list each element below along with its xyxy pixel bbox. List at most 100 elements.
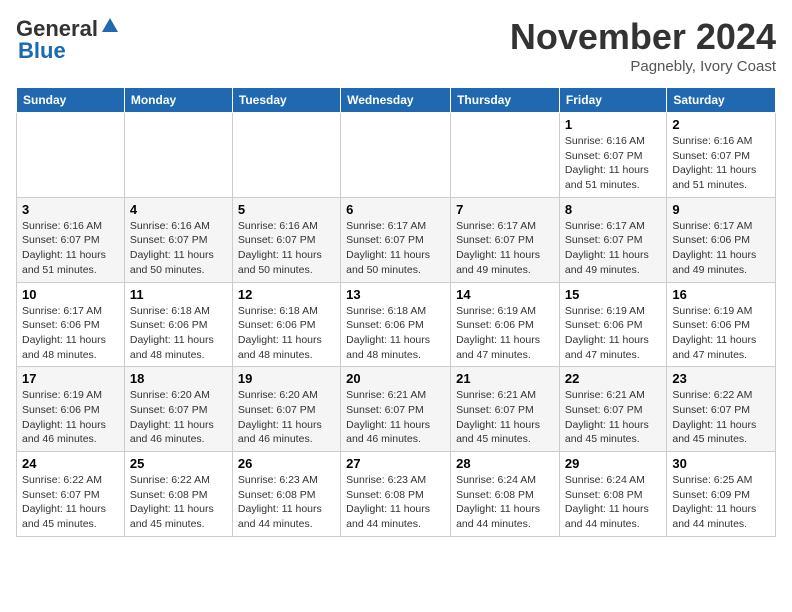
day-number: 29 xyxy=(565,456,661,471)
calendar-header-cell: Saturday xyxy=(667,88,776,113)
day-info: Sunrise: 6:16 AMSunset: 6:07 PMDaylight:… xyxy=(130,219,227,278)
calendar-day-cell: 16 Sunrise: 6:19 AMSunset: 6:06 PMDayligh… xyxy=(667,282,776,367)
calendar-header-cell: Tuesday xyxy=(232,88,340,113)
logo-blue-text: Blue xyxy=(18,38,66,64)
calendar-day-cell: 26 Sunrise: 6:23 AMSunset: 6:08 PMDayligh… xyxy=(232,452,340,537)
day-number: 19 xyxy=(238,371,335,386)
calendar-day-cell: 9 Sunrise: 6:17 AMSunset: 6:06 PMDaylight… xyxy=(667,197,776,282)
calendar-day-cell: 5 Sunrise: 6:16 AMSunset: 6:07 PMDaylight… xyxy=(232,197,340,282)
calendar-table: SundayMondayTuesdayWednesdayThursdayFrid… xyxy=(16,87,776,537)
day-info: Sunrise: 6:19 AMSunset: 6:06 PMDaylight:… xyxy=(565,304,661,363)
day-info: Sunrise: 6:18 AMSunset: 6:06 PMDaylight:… xyxy=(238,304,335,363)
day-info: Sunrise: 6:19 AMSunset: 6:06 PMDaylight:… xyxy=(672,304,770,363)
day-info: Sunrise: 6:24 AMSunset: 6:08 PMDaylight:… xyxy=(565,473,661,532)
day-number: 23 xyxy=(672,371,770,386)
day-info: Sunrise: 6:16 AMSunset: 6:07 PMDaylight:… xyxy=(565,134,661,193)
calendar-day-cell: 21 Sunrise: 6:21 AMSunset: 6:07 PMDayligh… xyxy=(451,367,560,452)
day-number: 1 xyxy=(565,117,661,132)
location-text: Pagnebly, Ivory Coast xyxy=(510,58,776,75)
day-info: Sunrise: 6:21 AMSunset: 6:07 PMDaylight:… xyxy=(565,388,661,447)
day-number: 12 xyxy=(238,287,335,302)
day-number: 4 xyxy=(130,202,227,217)
day-number: 15 xyxy=(565,287,661,302)
calendar-day-cell: 30 Sunrise: 6:25 AMSunset: 6:09 PMDayligh… xyxy=(667,452,776,537)
day-number: 13 xyxy=(346,287,445,302)
day-info: Sunrise: 6:16 AMSunset: 6:07 PMDaylight:… xyxy=(238,219,335,278)
logo-triangle-icon xyxy=(100,16,120,36)
day-number: 16 xyxy=(672,287,770,302)
calendar-day-cell: 3 Sunrise: 6:16 AMSunset: 6:07 PMDaylight… xyxy=(17,197,125,282)
calendar-header-cell: Wednesday xyxy=(341,88,451,113)
day-number: 27 xyxy=(346,456,445,471)
day-info: Sunrise: 6:17 AMSunset: 6:06 PMDaylight:… xyxy=(672,219,770,278)
calendar-day-cell xyxy=(341,113,451,198)
calendar-header: SundayMondayTuesdayWednesdayThursdayFrid… xyxy=(17,88,776,113)
calendar-day-cell xyxy=(17,113,125,198)
day-number: 21 xyxy=(456,371,554,386)
day-number: 26 xyxy=(238,456,335,471)
calendar-day-cell xyxy=(124,113,232,198)
day-info: Sunrise: 6:21 AMSunset: 6:07 PMDaylight:… xyxy=(456,388,554,447)
calendar-header-cell: Friday xyxy=(559,88,666,113)
calendar-body: 1 Sunrise: 6:16 AMSunset: 6:07 PMDaylight… xyxy=(17,113,776,537)
calendar-day-cell: 20Sunrise: 6:21 AMSunset: 6:07 PMDayligh… xyxy=(341,367,451,452)
day-number: 11 xyxy=(130,287,227,302)
calendar-week-row: 24 Sunrise: 6:22 AMSunset: 6:07 PMDayligh… xyxy=(17,452,776,537)
day-info: Sunrise: 6:22 AMSunset: 6:07 PMDaylight:… xyxy=(672,388,770,447)
calendar-day-cell: 15 Sunrise: 6:19 AMSunset: 6:06 PMDayligh… xyxy=(559,282,666,367)
calendar-day-cell: 8Sunrise: 6:17 AMSunset: 6:07 PMDaylight… xyxy=(559,197,666,282)
day-number: 24 xyxy=(22,456,119,471)
logo: General Blue xyxy=(16,16,120,64)
calendar-day-cell: 17 Sunrise: 6:19 AMSunset: 6:06 PMDayligh… xyxy=(17,367,125,452)
calendar-day-cell: 11 Sunrise: 6:18 AMSunset: 6:06 PMDayligh… xyxy=(124,282,232,367)
calendar-day-cell xyxy=(451,113,560,198)
day-info: Sunrise: 6:19 AMSunset: 6:06 PMDaylight:… xyxy=(22,388,119,447)
day-number: 17 xyxy=(22,371,119,386)
calendar-day-cell: 25Sunrise: 6:22 AMSunset: 6:08 PMDayligh… xyxy=(124,452,232,537)
day-info: Sunrise: 6:17 AMSunset: 6:07 PMDaylight:… xyxy=(346,219,445,278)
calendar-header-cell: Thursday xyxy=(451,88,560,113)
calendar-day-cell: 2 Sunrise: 6:16 AMSunset: 6:07 PMDaylight… xyxy=(667,113,776,198)
day-info: Sunrise: 6:20 AMSunset: 6:07 PMDaylight:… xyxy=(238,388,335,447)
day-info: Sunrise: 6:19 AMSunset: 6:06 PMDaylight:… xyxy=(456,304,554,363)
calendar-day-cell: 27Sunrise: 6:23 AMSunset: 6:08 PMDayligh… xyxy=(341,452,451,537)
calendar-day-cell: 23 Sunrise: 6:22 AMSunset: 6:07 PMDayligh… xyxy=(667,367,776,452)
day-info: Sunrise: 6:21 AMSunset: 6:07 PMDaylight:… xyxy=(346,388,445,447)
title-block: November 2024 Pagnebly, Ivory Coast xyxy=(510,16,776,75)
calendar-header-cell: Monday xyxy=(124,88,232,113)
day-number: 22 xyxy=(565,371,661,386)
day-info: Sunrise: 6:22 AMSunset: 6:08 PMDaylight:… xyxy=(130,473,227,532)
calendar-day-cell: 18Sunrise: 6:20 AMSunset: 6:07 PMDayligh… xyxy=(124,367,232,452)
day-info: Sunrise: 6:22 AMSunset: 6:07 PMDaylight:… xyxy=(22,473,119,532)
calendar-day-cell: 24 Sunrise: 6:22 AMSunset: 6:07 PMDayligh… xyxy=(17,452,125,537)
calendar-day-cell: 29 Sunrise: 6:24 AMSunset: 6:08 PMDayligh… xyxy=(559,452,666,537)
day-number: 14 xyxy=(456,287,554,302)
calendar-week-row: 17 Sunrise: 6:19 AMSunset: 6:06 PMDayligh… xyxy=(17,367,776,452)
day-number: 30 xyxy=(672,456,770,471)
calendar-day-cell xyxy=(232,113,340,198)
day-number: 9 xyxy=(672,202,770,217)
day-info: Sunrise: 6:17 AMSunset: 6:07 PMDaylight:… xyxy=(565,219,661,278)
day-info: Sunrise: 6:18 AMSunset: 6:06 PMDaylight:… xyxy=(346,304,445,363)
calendar-day-cell: 28Sunrise: 6:24 AMSunset: 6:08 PMDayligh… xyxy=(451,452,560,537)
calendar-day-cell: 7 Sunrise: 6:17 AMSunset: 6:07 PMDaylight… xyxy=(451,197,560,282)
day-number: 28 xyxy=(456,456,554,471)
day-info: Sunrise: 6:16 AMSunset: 6:07 PMDaylight:… xyxy=(672,134,770,193)
calendar-day-cell: 4 Sunrise: 6:16 AMSunset: 6:07 PMDaylight… xyxy=(124,197,232,282)
day-info: Sunrise: 6:18 AMSunset: 6:06 PMDaylight:… xyxy=(130,304,227,363)
day-number: 3 xyxy=(22,202,119,217)
day-number: 5 xyxy=(238,202,335,217)
day-number: 2 xyxy=(672,117,770,132)
calendar-week-row: 3 Sunrise: 6:16 AMSunset: 6:07 PMDaylight… xyxy=(17,197,776,282)
day-info: Sunrise: 6:17 AMSunset: 6:07 PMDaylight:… xyxy=(456,219,554,278)
calendar-day-cell: 22 Sunrise: 6:21 AMSunset: 6:07 PMDayligh… xyxy=(559,367,666,452)
day-info: Sunrise: 6:25 AMSunset: 6:09 PMDaylight:… xyxy=(672,473,770,532)
calendar-week-row: 10Sunrise: 6:17 AMSunset: 6:06 PMDayligh… xyxy=(17,282,776,367)
day-number: 6 xyxy=(346,202,445,217)
calendar-week-row: 1 Sunrise: 6:16 AMSunset: 6:07 PMDaylight… xyxy=(17,113,776,198)
day-info: Sunrise: 6:23 AMSunset: 6:08 PMDaylight:… xyxy=(238,473,335,532)
day-info: Sunrise: 6:17 AMSunset: 6:06 PMDaylight:… xyxy=(22,304,119,363)
day-info: Sunrise: 6:16 AMSunset: 6:07 PMDaylight:… xyxy=(22,219,119,278)
day-number: 18 xyxy=(130,371,227,386)
day-number: 7 xyxy=(456,202,554,217)
